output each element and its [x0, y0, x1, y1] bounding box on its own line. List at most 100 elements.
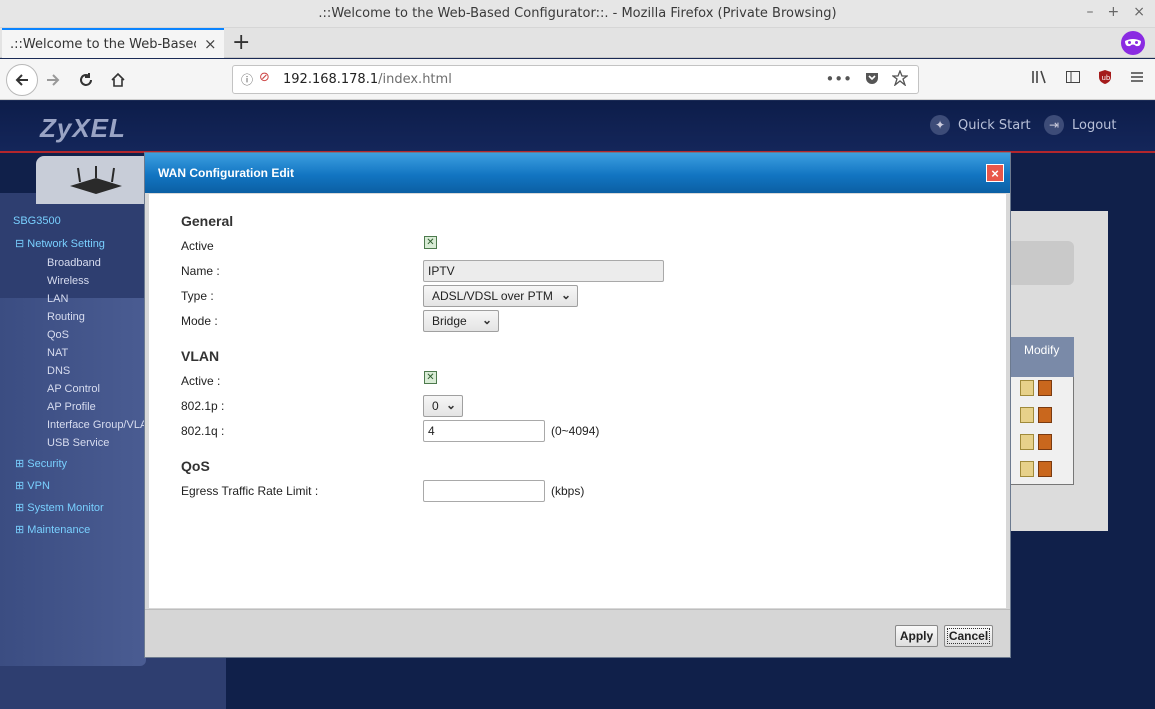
sidebar-icon[interactable]: [1065, 69, 1081, 89]
general-active-label: Active: [181, 239, 214, 253]
sidebar-group-maintenance[interactable]: ⊞ Maintenance: [15, 523, 90, 536]
edit-icon[interactable]: [1020, 380, 1034, 396]
address-bar[interactable]: ⓘ ⊘ 192.168.178.1/index.html •••: [232, 65, 919, 94]
home-icon: [111, 72, 125, 87]
url-host: 192.168.178.1: [283, 72, 379, 87]
delete-icon[interactable]: [1038, 461, 1052, 477]
page-actions-icon[interactable]: •••: [825, 70, 852, 90]
library-icon[interactable]: [1031, 69, 1049, 89]
chevron-down-icon: ⌄: [481, 313, 492, 327]
tab-title: .::Welcome to the Web-Based Configurator…: [10, 36, 196, 52]
egress-rate-unit: (kbps): [551, 484, 585, 498]
wan-configuration-dialog: WAN Configuration Edit × General Active …: [144, 152, 1011, 658]
svg-text:ub: ub: [1102, 74, 1111, 82]
chevron-down-icon: ⌄: [560, 288, 571, 302]
sidebar-group-vpn[interactable]: ⊞ VPN: [15, 479, 50, 492]
chevron-down-icon: ⌄: [445, 398, 456, 412]
name-field[interactable]: IPTV: [423, 260, 664, 282]
mode-select[interactable]: Bridge ⌄: [423, 310, 499, 332]
sidebar-item-nat[interactable]: NAT: [47, 347, 68, 359]
edit-icon[interactable]: [1020, 434, 1034, 450]
back-button[interactable]: [6, 64, 38, 96]
quick-start-link[interactable]: ✦ Quick Start: [930, 115, 1031, 135]
reload-button[interactable]: [73, 67, 99, 93]
sidebar-network-setting[interactable]: ⊟ Network Setting: [15, 237, 105, 250]
section-qos-heading: QoS: [181, 458, 210, 474]
info-icon[interactable]: ⓘ: [241, 71, 253, 88]
content-box: [1010, 241, 1074, 285]
vlan-active-checkbox[interactable]: ✕: [424, 371, 437, 384]
general-active-checkbox[interactable]: ✕: [424, 236, 437, 249]
8021q-range-hint: (0~4094): [551, 424, 600, 438]
cancel-button[interactable]: Cancel: [944, 625, 993, 647]
back-arrow-icon: [15, 74, 28, 86]
logout-link[interactable]: ⇥ Logout: [1044, 115, 1117, 135]
dialog-title: WAN Configuration Edit: [158, 166, 294, 180]
edit-icon[interactable]: [1020, 461, 1034, 477]
sidebar-group-security[interactable]: ⊞ Security: [15, 457, 67, 470]
egress-rate-label: Egress Traffic Rate Limit :: [181, 484, 319, 498]
sidebar-item-interface-group[interactable]: Interface Group/VLAN: [47, 419, 155, 431]
8021p-label: 802.1p :: [181, 399, 225, 413]
sidebar-item-usb-service[interactable]: USB Service: [47, 437, 109, 449]
url-path: /index.html: [378, 72, 452, 87]
quick-start-label: Quick Start: [958, 117, 1031, 133]
forward-button[interactable]: [40, 67, 66, 93]
new-tab-button[interactable]: +: [232, 30, 250, 55]
zyxel-logo: ZyXEL: [40, 113, 126, 143]
sidebar-item-wireless[interactable]: Wireless: [47, 275, 89, 287]
close-window-icon[interactable]: ×: [1133, 4, 1145, 20]
menu-icon[interactable]: [1129, 69, 1145, 89]
router-icon: [70, 166, 122, 194]
logout-icon: ⇥: [1044, 115, 1064, 135]
table-row-actions: [1020, 407, 1056, 425]
sidebar-device[interactable]: SBG3500: [13, 215, 61, 227]
sidebar-item-qos[interactable]: QoS: [47, 329, 69, 341]
window-titlebar: .::Welcome to the Web-Based Configurator…: [0, 0, 1155, 28]
sidebar-group-system-monitor[interactable]: ⊞ System Monitor: [15, 501, 104, 514]
private-browsing-icon: [1121, 31, 1145, 55]
minimize-icon[interactable]: –: [1087, 4, 1094, 20]
table-row-actions: [1020, 380, 1056, 398]
sidebar-item-broadband[interactable]: Broadband: [47, 257, 101, 269]
8021q-field[interactable]: 4: [423, 420, 545, 442]
sidebar-item-ap-profile[interactable]: AP Profile: [47, 401, 96, 413]
type-select[interactable]: ADSL/VDSL over PTM ⌄: [423, 285, 578, 307]
star-icon[interactable]: [891, 69, 909, 90]
quick-start-icon: ✦: [930, 115, 950, 135]
8021p-select[interactable]: 0 ⌄: [423, 395, 463, 417]
8021q-label: 802.1q :: [181, 424, 225, 438]
tab-close-icon[interactable]: ×: [204, 35, 217, 53]
egress-rate-field[interactable]: [423, 480, 545, 502]
device-image-tab: [36, 156, 156, 204]
vlan-active-label: Active :: [181, 374, 221, 388]
table-row-actions: [1020, 461, 1056, 479]
reload-icon: [80, 73, 92, 86]
ublock-icon[interactable]: ub: [1097, 69, 1113, 89]
insecure-lock-icon[interactable]: ⊘: [259, 70, 270, 85]
delete-icon[interactable]: [1038, 407, 1052, 423]
sidebar-item-dns[interactable]: DNS: [47, 365, 70, 377]
maximize-icon[interactable]: +: [1108, 4, 1120, 20]
type-label: Type :: [181, 289, 214, 303]
close-icon: ×: [991, 165, 999, 181]
sidebar-group-vpn-label: VPN: [27, 480, 50, 492]
apply-button[interactable]: Apply: [895, 625, 938, 647]
type-select-value: ADSL/VDSL over PTM: [432, 289, 553, 303]
pocket-icon[interactable]: [864, 70, 880, 90]
name-label: Name :: [181, 264, 220, 278]
edit-icon[interactable]: [1020, 407, 1034, 423]
sidebar-item-ap-control[interactable]: AP Control: [47, 383, 100, 395]
tab-configurator[interactable]: .::Welcome to the Web-Based Configurator…: [2, 28, 224, 58]
window-controls: – + ×: [1087, 4, 1145, 20]
dialog-close-button[interactable]: ×: [986, 164, 1004, 182]
sidebar-item-routing[interactable]: Routing: [47, 311, 85, 323]
delete-icon[interactable]: [1038, 434, 1052, 450]
modify-column-header: Modify: [1010, 337, 1074, 377]
tab-bar: .::Welcome to the Web-Based Configurator…: [0, 28, 1155, 58]
delete-icon[interactable]: [1038, 380, 1052, 396]
mode-select-value: Bridge: [432, 314, 467, 328]
sidebar-item-lan[interactable]: LAN: [47, 293, 68, 305]
home-button[interactable]: [105, 67, 131, 93]
window-title: .::Welcome to the Web-Based Configurator…: [318, 6, 837, 21]
